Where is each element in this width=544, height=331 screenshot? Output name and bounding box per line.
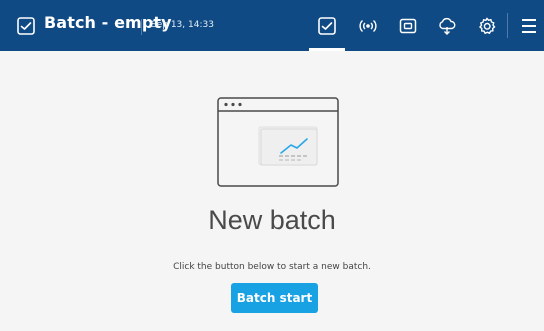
main-content: New batch Click the button below to star…: [0, 51, 544, 331]
nav-batch-tray-icon[interactable]: [314, 13, 340, 39]
batch-tray-icon[interactable]: [15, 15, 37, 37]
title-separator: [141, 19, 142, 35]
top-bar: Batch - empty Sep 13, 14:33: [0, 0, 544, 51]
nav-divider: [507, 13, 508, 38]
empty-batch-illustration-icon: [217, 97, 339, 187]
batch-start-button[interactable]: Batch start: [231, 283, 318, 313]
cloud-download-icon[interactable]: [434, 13, 460, 39]
device-screen-icon[interactable]: [395, 13, 421, 39]
gear-icon[interactable]: [474, 13, 500, 39]
date-time-label: Sep 13, 14:33: [151, 20, 214, 30]
wireless-signal-icon[interactable]: [355, 13, 381, 39]
page-heading: New batch: [208, 205, 336, 235]
instruction-text: Click the button below to start a new ba…: [173, 262, 371, 272]
hamburger-menu-icon[interactable]: [516, 13, 542, 39]
